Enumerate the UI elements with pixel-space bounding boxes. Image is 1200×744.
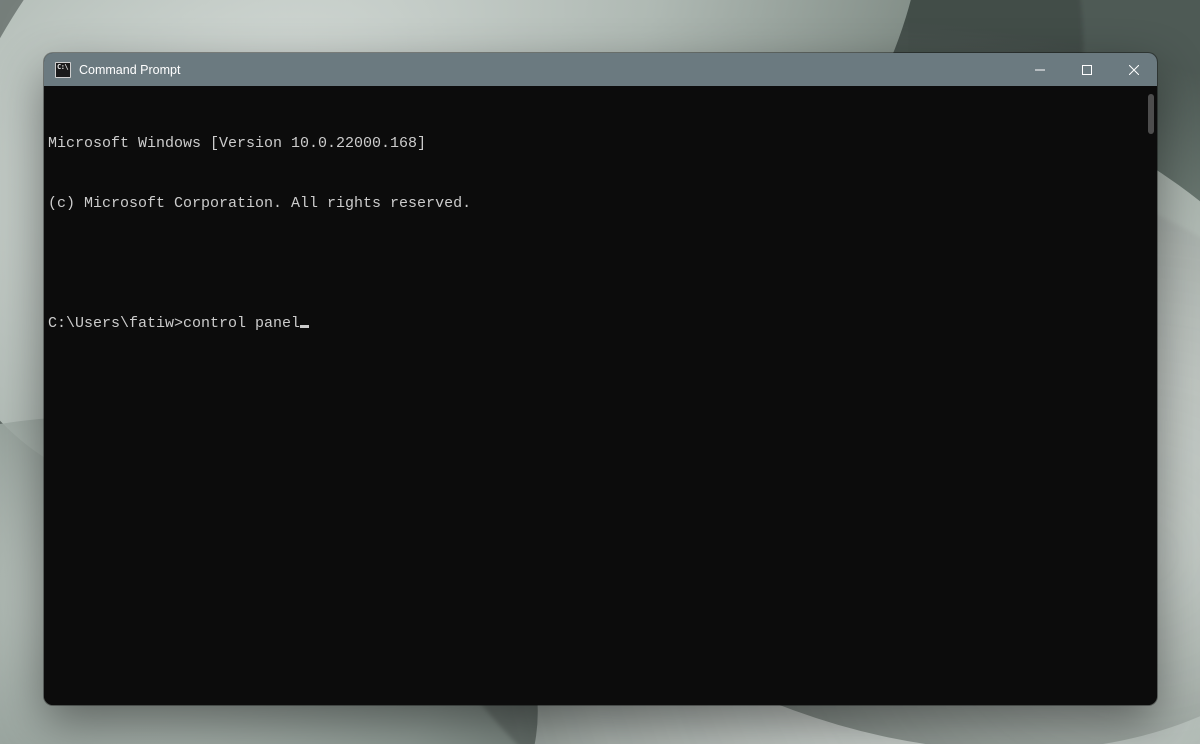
cmd-icon [55,62,71,78]
terminal-prompt: C:\Users\fatiw> [48,315,183,332]
titlebar-drag-region[interactable] [180,53,1016,86]
terminal-line: Microsoft Windows [Version 10.0.22000.16… [48,134,1155,154]
minimize-icon [1035,65,1045,75]
terminal-prompt-line: C:\Users\fatiw>control panel [48,314,1155,334]
close-icon [1129,65,1139,75]
minimize-button[interactable] [1016,53,1063,86]
close-button[interactable] [1110,53,1157,86]
terminal-line: (c) Microsoft Corporation. All rights re… [48,194,1155,214]
window-controls [1016,53,1157,86]
titlebar[interactable]: Command Prompt [44,53,1157,86]
terminal-scrollbar[interactable] [1148,94,1154,134]
maximize-icon [1082,65,1092,75]
command-prompt-window: Command Prompt Microsoft Windows [Versio… [44,53,1157,705]
maximize-button[interactable] [1063,53,1110,86]
terminal-command-input[interactable]: control panel [183,315,300,332]
terminal-blank-line [48,254,1155,274]
terminal-cursor [300,325,309,328]
window-title: Command Prompt [79,63,180,77]
terminal-output[interactable]: Microsoft Windows [Version 10.0.22000.16… [44,86,1157,705]
